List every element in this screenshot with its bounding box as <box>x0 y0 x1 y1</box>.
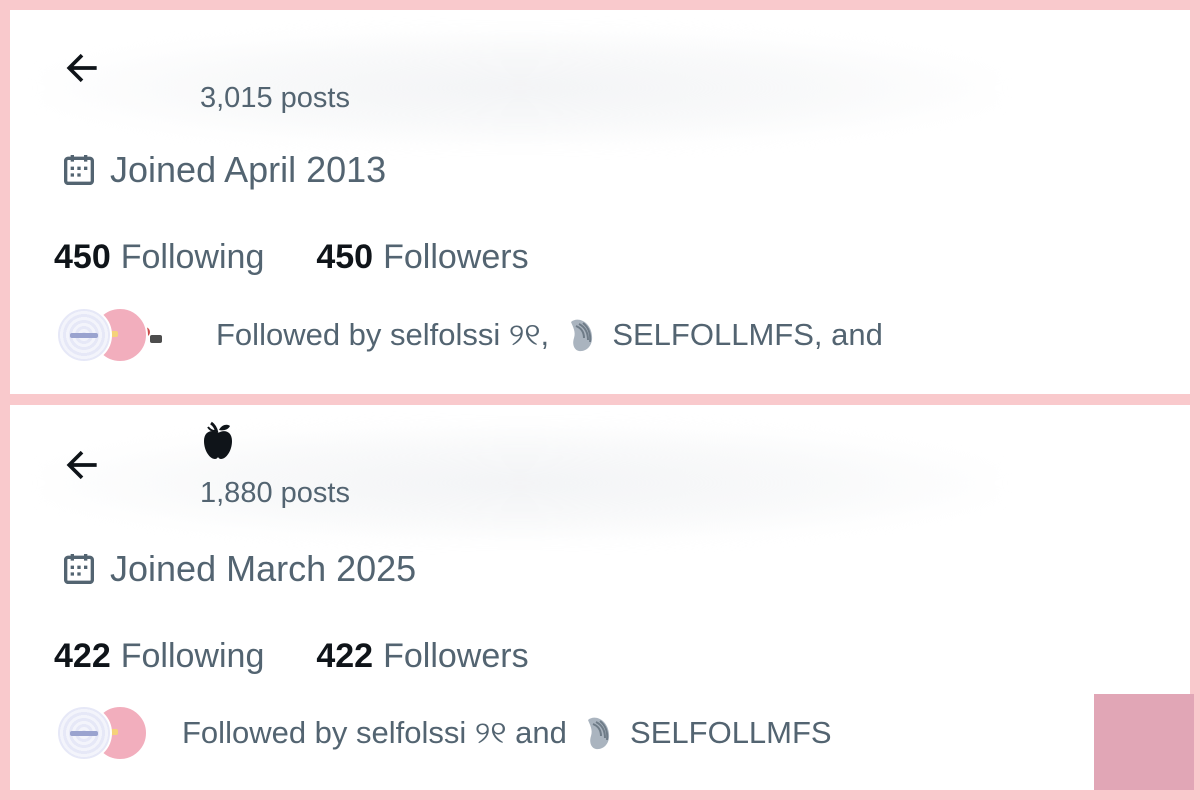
back-button[interactable] <box>58 441 106 489</box>
profile-header-2: 1,880 posts Joined March 2025 422 Follow… <box>10 405 1190 790</box>
shell-emoji-icon <box>588 717 610 750</box>
pink-square-overlay <box>1094 694 1194 790</box>
mutual-avatars[interactable] <box>56 703 152 763</box>
followers-count: 450 <box>316 238 374 276</box>
followed-by-text: Followed by selfolssi ୨୧ and SELFOLLMFS <box>182 714 832 752</box>
arrow-left-icon <box>66 53 97 83</box>
followed-by-prefix: Followed by selfolssi ୨୧, <box>216 316 558 352</box>
arrow-left-icon <box>66 450 97 480</box>
followed-by[interactable]: Followed by selfolssi ୨୧, SELFOLLMFS, an… <box>56 305 883 365</box>
blurred-name-area <box>40 423 1000 543</box>
mutual-avatars[interactable] <box>56 305 196 365</box>
followers-link[interactable]: 422 Followers <box>316 637 528 676</box>
follow-stats: 450 Following 450 Followers <box>54 238 529 277</box>
post-count: 1,880 posts <box>200 477 350 509</box>
followed-by-text: Followed by selfolssi ୨୧, SELFOLLMFS, an… <box>216 316 883 354</box>
followers-label: Followers <box>383 238 529 276</box>
followers-label: Followers <box>383 637 529 675</box>
followers-count: 422 <box>316 637 374 675</box>
following-link[interactable]: 450 Following <box>54 238 264 277</box>
following-count: 422 <box>54 637 111 675</box>
followed-by-suffix: SELFOLLMFS, and <box>603 317 883 352</box>
profile-header-1: 3,015 posts Joined April 2013 450 Follow… <box>10 10 1190 394</box>
joined-date: Joined April 2013 <box>58 148 386 192</box>
avatar <box>56 307 112 363</box>
calendar-icon <box>58 149 100 191</box>
back-button[interactable] <box>58 44 106 92</box>
avatar <box>56 705 112 761</box>
joined-date: Joined March 2025 <box>58 547 416 591</box>
following-label: Following <box>120 637 265 675</box>
shell-emoji-icon <box>570 319 592 352</box>
calendar-icon <box>58 548 100 590</box>
followed-by[interactable]: Followed by selfolssi ୨୧ and SELFOLLMFS <box>56 703 832 763</box>
followed-by-prefix: Followed by selfolssi ୨୧ and <box>182 714 576 750</box>
following-label: Following <box>120 238 265 276</box>
joined-date-text: Joined April 2013 <box>110 149 387 190</box>
joined-date-text: Joined March 2025 <box>110 548 417 589</box>
follow-stats: 422 Following 422 Followers <box>54 637 529 676</box>
followed-by-suffix: SELFOLLMFS <box>621 715 832 750</box>
post-count: 3,015 posts <box>200 82 350 114</box>
blurred-name-area <box>40 28 1000 148</box>
followers-link[interactable]: 450 Followers <box>316 238 528 277</box>
apple-emoji-icon <box>204 421 232 459</box>
following-link[interactable]: 422 Following <box>54 637 264 676</box>
following-count: 450 <box>54 238 111 276</box>
